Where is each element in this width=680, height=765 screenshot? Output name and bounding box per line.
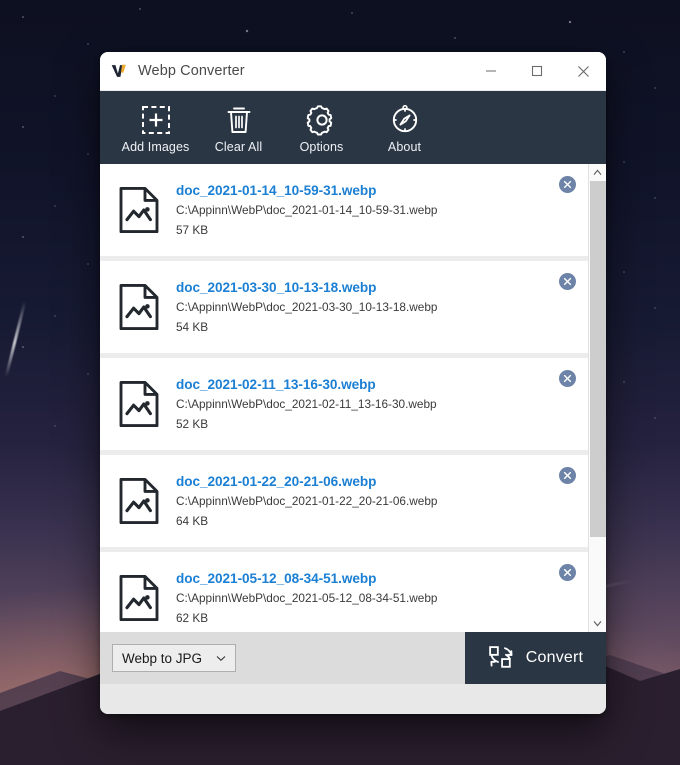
chevron-down-icon [216,655,226,661]
file-list-region: doc_2021-01-14_10-59-31.webp C:\Appinn\W… [100,164,606,632]
chevron-down-icon [593,621,602,627]
format-select[interactable]: Webp to JPG [112,644,237,672]
image-document-icon [119,283,159,331]
about-label: About [387,139,422,154]
bottom-bar: Webp to JPG Convert [100,632,606,684]
scrollbar-track[interactable] [589,181,606,615]
file-name[interactable]: doc_2021-05-12_08-34-51.webp [176,571,550,586]
app-window: Webp Converter Add Images Clear All Opti… [100,52,606,714]
file-name[interactable]: doc_2021-03-30_10-13-18.webp [176,280,550,295]
options-button[interactable]: Options [280,102,363,154]
file-list-item[interactable]: doc_2021-03-30_10-13-18.webp C:\Appinn\W… [100,261,588,353]
chevron-up-icon [593,169,602,175]
remove-file-button[interactable] [559,467,576,484]
remove-circle-icon [563,471,572,480]
remove-circle-icon [563,568,572,577]
minimize-button[interactable] [468,52,514,90]
title-bar[interactable]: Webp Converter [100,52,606,91]
format-select-value: Webp to JPG [122,650,203,666]
file-path: C:\Appinn\WebP\doc_2021-01-14_10-59-31.w… [176,203,438,217]
format-select-wrapper: Webp to JPG [100,632,465,684]
maximize-icon [531,65,543,77]
file-size: 62 KB [176,611,209,625]
remove-file-button[interactable] [559,564,576,581]
file-size: 54 KB [176,320,209,334]
desktop-wallpaper: Webp Converter Add Images Clear All Opti… [0,0,680,765]
convert-button[interactable]: Convert [465,632,606,684]
convert-label: Convert [525,649,584,666]
file-path: C:\Appinn\WebP\doc_2021-01-22_20-21-06.w… [176,494,438,508]
clear-all-label: Clear All [214,139,263,154]
toolbar: Add Images Clear All Options About [100,91,606,164]
close-button[interactable] [560,52,606,90]
gear-icon [306,104,332,135]
file-meta: doc_2021-05-12_08-34-51.webp C:\Appinn\W… [176,571,588,625]
image-document-icon [119,574,159,622]
minimize-icon [486,70,496,72]
remove-circle-icon [563,180,572,189]
scroll-up-button[interactable] [589,164,606,181]
convert-icon [488,645,513,668]
clear-all-button[interactable]: Clear All [197,102,280,154]
file-path: C:\Appinn\WebP\doc_2021-05-12_08-34-51.w… [176,591,438,605]
window-title: Webp Converter [138,63,245,79]
file-name[interactable]: doc_2021-01-14_10-59-31.webp [176,183,550,198]
file-size: 52 KB [176,417,209,431]
compass-icon [392,104,417,132]
file-list-item[interactable]: doc_2021-05-12_08-34-51.webp C:\Appinn\W… [100,552,588,632]
about-button[interactable]: About [363,102,446,154]
scrollbar-thumb[interactable] [590,181,606,537]
image-document-icon [119,477,159,525]
file-meta: doc_2021-01-22_20-21-06.webp C:\Appinn\W… [176,474,588,528]
file-list: doc_2021-01-14_10-59-31.webp C:\Appinn\W… [100,164,588,632]
file-meta: doc_2021-01-14_10-59-31.webp C:\Appinn\W… [176,183,588,237]
close-icon [577,65,589,77]
file-list-scrollbar[interactable] [588,164,606,632]
add-images-label: Add Images [121,139,190,154]
trash-icon [227,107,250,133]
image-document-icon [119,380,159,428]
file-list-item[interactable]: doc_2021-01-14_10-59-31.webp C:\Appinn\W… [100,164,588,256]
image-document-icon [119,186,159,234]
options-label: Options [299,139,344,154]
file-list-item[interactable]: doc_2021-01-22_20-21-06.webp C:\Appinn\W… [100,455,588,547]
add-images-icon [141,105,170,134]
add-images-button[interactable]: Add Images [114,102,197,154]
file-path: C:\Appinn\WebP\doc_2021-03-30_10-13-18.w… [176,300,438,314]
file-meta: doc_2021-03-30_10-13-18.webp C:\Appinn\W… [176,280,588,334]
scroll-down-button[interactable] [589,615,606,632]
maximize-button[interactable] [514,52,560,90]
remove-file-button[interactable] [559,273,576,290]
remove-file-button[interactable] [559,176,576,193]
window-bottom-filler [100,684,606,714]
file-meta: doc_2021-02-11_13-16-30.webp C:\Appinn\W… [176,377,588,431]
webp-converter-logo-icon [111,64,126,77]
remove-file-button[interactable] [559,370,576,387]
file-size: 57 KB [176,223,209,237]
file-name[interactable]: doc_2021-01-22_20-21-06.webp [176,474,550,489]
file-list-item[interactable]: doc_2021-02-11_13-16-30.webp C:\Appinn\W… [100,358,588,450]
remove-circle-icon [563,277,572,286]
remove-circle-icon [563,374,572,383]
file-size: 64 KB [176,514,209,528]
file-path: C:\Appinn\WebP\doc_2021-02-11_13-16-30.w… [176,397,437,411]
file-name[interactable]: doc_2021-02-11_13-16-30.webp [176,377,550,392]
